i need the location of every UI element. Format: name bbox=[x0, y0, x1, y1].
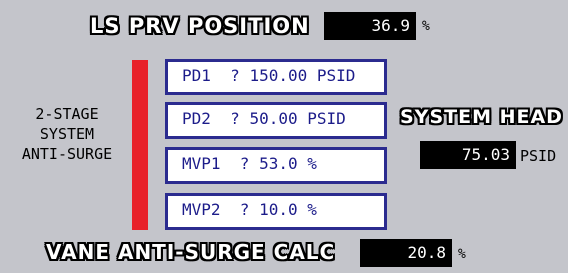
anti-surge-title: 2-STAGE SYSTEM ANTI-SURGE bbox=[4, 104, 130, 164]
anti-surge-line-3: ANTI-SURGE bbox=[21, 145, 113, 163]
param-value: 53.0 bbox=[259, 154, 298, 173]
param-label: PD1 bbox=[182, 66, 211, 85]
vane-anti-surge-calc-label: VANE ANTI-SURGE CALC bbox=[46, 240, 336, 264]
param-unit: % bbox=[307, 154, 317, 173]
system-head-unit: PSID bbox=[520, 147, 557, 165]
ls-prv-position-value: 36.9 bbox=[324, 12, 416, 40]
param-label: MVP1 bbox=[182, 154, 221, 173]
param-unit: PSID bbox=[307, 109, 346, 128]
param-unit: PSID bbox=[316, 66, 356, 85]
param-separator: ? bbox=[239, 154, 250, 173]
anti-surge-line-2: SYSTEM bbox=[39, 125, 95, 143]
param-label: MVP2 bbox=[182, 200, 221, 219]
param-unit: % bbox=[307, 200, 317, 219]
param-value: 50.00 bbox=[249, 109, 298, 128]
param-box-mvp2: MVP2 ? 10.0 % bbox=[165, 193, 387, 230]
param-value: 10.0 bbox=[259, 200, 298, 219]
anti-surge-indicator-bar bbox=[132, 60, 148, 230]
vane-anti-surge-calc-value: 20.8 bbox=[360, 239, 452, 267]
param-box-mvp1: MVP1 ? 53.0 % bbox=[165, 147, 387, 184]
system-head-label: SYSTEM HEAD bbox=[400, 106, 563, 128]
param-box-pd2: PD2 ? 50.00 PSID bbox=[165, 102, 387, 139]
param-box-pd1: PD1 ? 150.00 PSID bbox=[165, 59, 387, 95]
param-label: PD2 bbox=[182, 109, 211, 128]
param-value: 150.00 bbox=[249, 66, 308, 85]
param-separator: ? bbox=[230, 109, 240, 128]
anti-surge-line-1: 2-STAGE bbox=[35, 105, 99, 123]
vane-anti-surge-calc-unit: % bbox=[458, 247, 466, 262]
system-head-value: 75.03 bbox=[420, 141, 516, 169]
ls-prv-position-unit: % bbox=[422, 19, 430, 34]
param-separator: ? bbox=[230, 66, 240, 85]
param-separator: ? bbox=[239, 200, 250, 219]
ls-prv-position-label: LS PRV POSITION bbox=[90, 14, 310, 38]
